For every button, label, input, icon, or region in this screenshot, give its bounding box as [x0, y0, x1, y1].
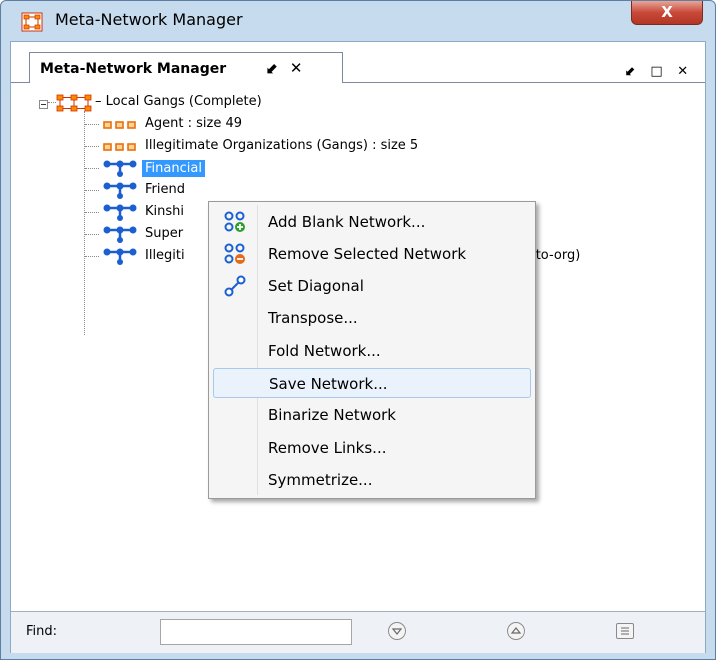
pane-window-buttons[interactable]: ⬋ □ ✕: [625, 64, 693, 79]
tree-branch-line: [85, 256, 99, 257]
tree-branch-line: [85, 190, 99, 191]
node-class-icon: [103, 143, 136, 151]
tree-item[interactable]: Friend: [11, 179, 611, 201]
network-icon: [103, 182, 137, 199]
menu-item-label: Fold Network...: [268, 342, 381, 360]
find-bar: Find:: [11, 611, 705, 653]
remove-network-icon: [224, 243, 245, 264]
tree-item[interactable]: Agent : size 49: [11, 113, 611, 135]
title-bar[interactable]: Meta-Network Manager X: [1, 1, 715, 41]
tree-item-label: Friend: [145, 182, 185, 197]
menu-item-add-blank-network[interactable]: Add Blank Network...: [213, 207, 531, 237]
collapse-toggle-icon[interactable]: [39, 100, 48, 109]
tree-branch-line: [85, 146, 99, 147]
tab-close-icon[interactable]: ✕: [290, 59, 303, 77]
menu-item-set-diagonal[interactable]: Set Diagonal: [213, 271, 531, 301]
tree-item-trailing-text: -to-org): [531, 248, 581, 263]
menu-item-label: Save Network...: [269, 375, 388, 393]
find-previous-icon[interactable]: [507, 622, 525, 640]
menu-item-binarize-network[interactable]: Binarize Network: [213, 400, 531, 430]
menu-item-transpose[interactable]: Transpose...: [213, 303, 531, 333]
add-network-icon: [224, 211, 245, 232]
tree-item-label: Super: [145, 226, 184, 241]
menu-item-save-network[interactable]: Save Network...: [213, 368, 531, 398]
tree-branch-line: [85, 168, 99, 169]
tree-branch-line: [85, 124, 99, 125]
menu-item-label: Remove Selected Network: [268, 245, 467, 263]
menu-item-remove-links[interactable]: Remove Links...: [213, 433, 531, 463]
meta-network-icon: [56, 94, 92, 112]
tab-strip: Meta-Network Manager ⬋ ✕ ⬋ □ ✕: [11, 42, 705, 84]
tree-item[interactable]: Illegitimate Organizations (Gangs) : siz…: [11, 135, 611, 157]
tree-item-label: Illegiti: [145, 248, 185, 263]
menu-item-symmetrize[interactable]: Symmetrize...: [213, 465, 531, 495]
find-label: Find:: [26, 624, 58, 639]
undock-icon[interactable]: ⬋: [266, 59, 279, 77]
menu-item-remove-selected-network[interactable]: Remove Selected Network: [213, 239, 531, 269]
window-close-button[interactable]: X: [631, 1, 703, 25]
menu-item-label: Add Blank Network...: [268, 213, 426, 231]
network-icon: [103, 248, 137, 265]
menu-item-label: Symmetrize...: [268, 471, 373, 489]
tree-item-label: Financial: [142, 160, 205, 177]
tree-branch-line: [85, 234, 99, 235]
tab-label: Meta-Network Manager: [40, 61, 227, 77]
tree-branch-line: [85, 212, 99, 213]
tree-root-label: – Local Gangs (Complete): [95, 94, 262, 109]
tab-meta-network-manager[interactable]: Meta-Network Manager ⬋ ✕: [29, 52, 343, 84]
find-next-icon[interactable]: [388, 622, 406, 640]
menu-item-label: Set Diagonal: [268, 277, 364, 295]
network-icon: [103, 204, 137, 221]
tree-root[interactable]: – Local Gangs (Complete): [11, 91, 611, 113]
find-input[interactable]: [160, 619, 352, 645]
find-options-icon[interactable]: [616, 623, 634, 639]
window-title: Meta-Network Manager: [55, 10, 243, 29]
menu-item-label: Remove Links...: [268, 439, 387, 457]
menu-item-fold-network[interactable]: Fold Network...: [213, 336, 531, 366]
tree-item-label: Kinshi: [145, 204, 184, 219]
node-class-icon: [103, 121, 136, 129]
tree-item-label: Agent : size 49: [145, 116, 243, 131]
diagonal-icon: [224, 275, 246, 297]
meta-network-app-icon: [21, 12, 43, 32]
tab-buttons: ⬋ ✕: [266, 59, 302, 77]
tree-item-selected[interactable]: Financial: [11, 157, 611, 179]
network-icon: [103, 160, 137, 177]
network-icon: [103, 226, 137, 243]
tree-item-label: Illegitimate Organizations (Gangs) : siz…: [145, 138, 419, 153]
context-menu: Add Blank Network... Remove Selected Net…: [208, 201, 536, 499]
menu-item-label: Transpose...: [268, 309, 358, 327]
menu-item-label: Binarize Network: [268, 406, 396, 424]
